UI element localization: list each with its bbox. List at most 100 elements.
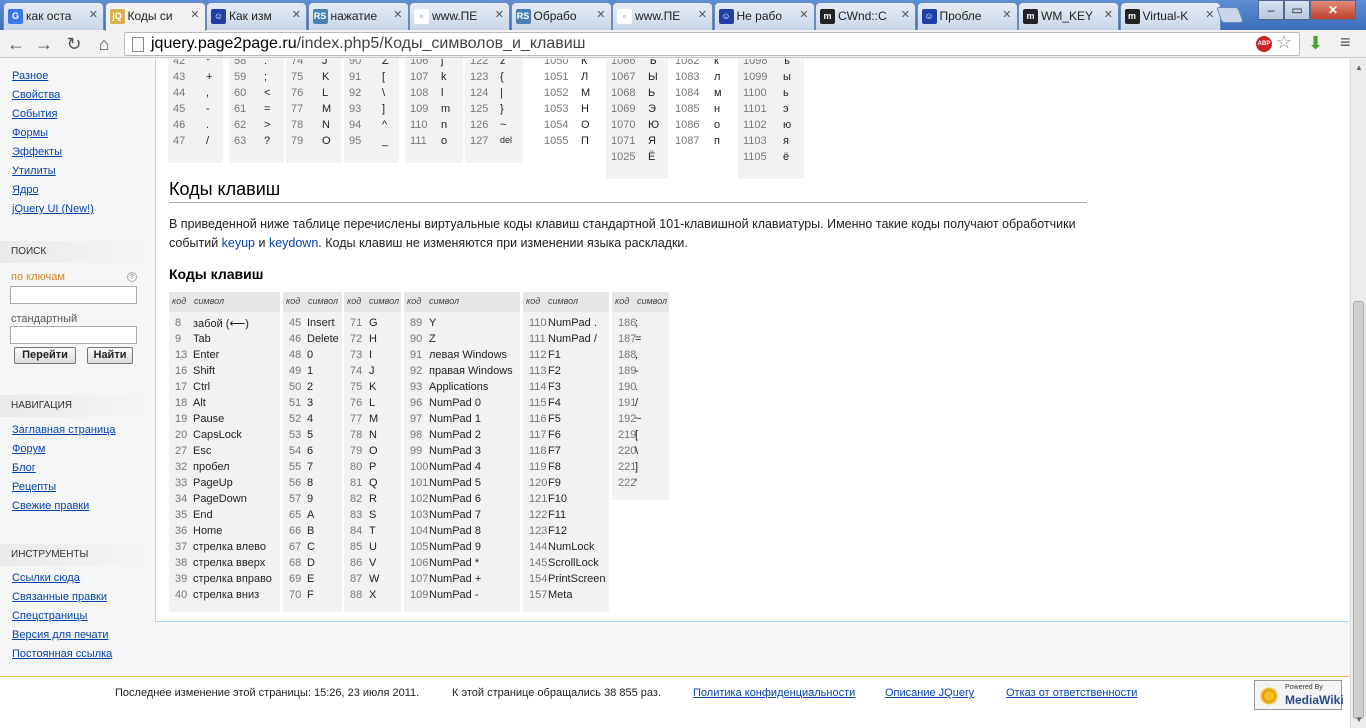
char-code: 1055 bbox=[544, 135, 569, 147]
char-symbol: О bbox=[581, 119, 590, 131]
forward-icon[interactable]: → bbox=[32, 33, 56, 55]
home-icon[interactable]: ⌂ bbox=[92, 33, 116, 55]
char-symbol: / bbox=[206, 135, 210, 147]
char-symbol: < bbox=[264, 87, 271, 99]
char-code: 1105 bbox=[743, 151, 767, 163]
about-link[interactable]: Описание JQuery bbox=[885, 687, 974, 699]
tab-close-icon[interactable]: ✕ bbox=[89, 8, 98, 21]
key-code: 52 bbox=[289, 413, 302, 425]
keyword-search-input[interactable] bbox=[10, 286, 137, 304]
wrench-menu-icon[interactable]: ≡ bbox=[1340, 32, 1351, 53]
powered-by-mediawiki-badge[interactable]: Powered By MediaWiki bbox=[1254, 680, 1344, 710]
key-name: F4 bbox=[548, 397, 561, 409]
key-name: NumPad 1 bbox=[429, 413, 481, 425]
reload-icon[interactable]: ↻ bbox=[62, 33, 86, 55]
tab-close-icon[interactable]: ✕ bbox=[596, 8, 605, 21]
maximize-button[interactable]: ▭ bbox=[1284, 0, 1310, 20]
tab-close-icon[interactable]: ✕ bbox=[1104, 8, 1113, 21]
char-code: 91 bbox=[349, 71, 362, 83]
close-window-button[interactable]: ✕ bbox=[1310, 0, 1356, 20]
tab-close-icon[interactable]: ✕ bbox=[292, 8, 301, 21]
key-code: 55 bbox=[289, 461, 302, 473]
key-name: Ctrl bbox=[193, 381, 211, 393]
privacy-link[interactable]: Политика конфиденциальности bbox=[693, 687, 855, 699]
sidebar-link[interactable]: Эффекты bbox=[12, 146, 62, 158]
browser-tab[interactable]: m Virtual-K ✕ bbox=[1119, 2, 1221, 30]
download-extension-icon[interactable]: ⬇ bbox=[1308, 33, 1323, 54]
browser-tab[interactable]: RS нажатие ✕ bbox=[307, 2, 409, 30]
scroll-down-arrow-icon[interactable]: ▼ bbox=[1355, 715, 1363, 724]
browser-tab[interactable]: ☺ Не рабо ✕ bbox=[713, 2, 815, 30]
key-name: F10 bbox=[548, 493, 567, 505]
key-name: H bbox=[369, 333, 377, 345]
address-bar[interactable]: jquery.page2page.ru/index.php5/Коды_симв… bbox=[124, 32, 1300, 56]
nav-link[interactable]: Блог bbox=[12, 462, 36, 474]
char-symbol: k bbox=[441, 71, 447, 83]
tab-favicon-icon: m bbox=[1023, 9, 1038, 24]
nav-link[interactable]: Заглавная страница bbox=[12, 424, 116, 436]
browser-tab[interactable]: ☺ Пробле ✕ bbox=[916, 2, 1018, 30]
adblock-icon[interactable]: ABP bbox=[1256, 36, 1272, 52]
key-name: стрелка вправо bbox=[193, 573, 272, 585]
sidebar-link[interactable]: jQuery UI (New!) bbox=[12, 203, 94, 215]
tab-close-icon[interactable]: ✕ bbox=[1205, 8, 1214, 21]
keyup-link[interactable]: keyup bbox=[222, 236, 255, 250]
char-code: 77 bbox=[291, 103, 304, 115]
new-tab-button[interactable] bbox=[1216, 7, 1244, 23]
sidebar-link[interactable]: Ядро bbox=[12, 184, 39, 196]
key-name: Esc bbox=[193, 445, 212, 457]
tab-favicon-icon: RS bbox=[515, 9, 531, 24]
sidebar-link[interactable]: Формы bbox=[12, 127, 48, 139]
sidebar-link[interactable]: События bbox=[12, 108, 57, 120]
scrollbar-thumb[interactable] bbox=[1353, 301, 1364, 719]
disclaimer-link[interactable]: Отказ от ответственности bbox=[1006, 687, 1137, 699]
tools-link[interactable]: Связанные правки bbox=[12, 591, 107, 603]
tools-link[interactable]: Спецстраницы bbox=[12, 610, 87, 622]
minimize-button[interactable]: – bbox=[1258, 0, 1284, 20]
scroll-up-arrow-icon[interactable]: ▲ bbox=[1355, 63, 1363, 72]
tab-close-icon[interactable]: ✕ bbox=[901, 8, 910, 21]
browser-tab[interactable]: ▫ www.ПЕ ✕ bbox=[409, 2, 510, 30]
tools-link[interactable]: Ссылки сюда bbox=[12, 572, 80, 584]
browser-tab[interactable]: RS Обрабо ✕ bbox=[510, 2, 612, 30]
browser-tab[interactable]: Gкак оста ✕ bbox=[3, 2, 104, 30]
go-button[interactable]: Перейти bbox=[14, 347, 76, 364]
standard-search-input[interactable] bbox=[10, 326, 137, 344]
browser-tab[interactable]: m WM_KEY ✕ bbox=[1018, 2, 1119, 30]
key-name: R bbox=[369, 493, 377, 505]
char-symbol: | bbox=[500, 87, 503, 99]
sidebar-link[interactable]: Свойства bbox=[12, 89, 60, 101]
char-symbol: э bbox=[783, 103, 789, 115]
tab-close-icon[interactable]: ✕ bbox=[1002, 8, 1011, 21]
navigation-heading: НАВИГАЦИЯ bbox=[0, 395, 155, 417]
keydown-link[interactable]: keydown bbox=[269, 236, 318, 250]
sidebar-link[interactable]: Разное bbox=[12, 70, 48, 82]
tab-close-icon[interactable]: ✕ bbox=[393, 8, 402, 21]
key-code: 78 bbox=[350, 429, 363, 441]
tools-heading: ИНСТРУМЕНТЫ bbox=[0, 544, 155, 566]
key-code: 111 bbox=[529, 333, 546, 345]
sidebar-link[interactable]: Утилиты bbox=[12, 165, 56, 177]
nav-link[interactable]: Свежие правки bbox=[12, 500, 89, 512]
find-button[interactable]: Найти bbox=[87, 347, 133, 364]
char-symbol: н bbox=[714, 103, 721, 115]
bookmark-star-icon[interactable]: ☆ bbox=[1276, 32, 1292, 53]
vertical-scrollbar[interactable]: ▲ ▼ bbox=[1350, 59, 1366, 728]
tab-close-icon[interactable]: ✕ bbox=[495, 8, 504, 21]
key-code: 110 bbox=[529, 317, 547, 329]
tab-close-icon[interactable]: ✕ bbox=[190, 8, 199, 21]
browser-tab[interactable]: ▫ www.ПЕ ✕ bbox=[612, 2, 713, 30]
tab-close-icon[interactable]: ✕ bbox=[799, 8, 808, 21]
nav-link[interactable]: Форум bbox=[12, 443, 45, 455]
nav-link[interactable]: Рецепты bbox=[12, 481, 56, 493]
back-icon[interactable]: ← bbox=[4, 33, 28, 55]
help-icon[interactable]: ? bbox=[127, 272, 137, 282]
browser-tab[interactable]: ☺ Как изм ✕ bbox=[206, 2, 307, 30]
key-code: 16 bbox=[175, 365, 188, 377]
tab-title: Как изм bbox=[229, 9, 272, 23]
browser-tab[interactable]: jQ Коды си ✕ bbox=[104, 2, 206, 31]
tools-link[interactable]: Постоянная ссылка bbox=[12, 648, 112, 660]
tab-close-icon[interactable]: ✕ bbox=[698, 8, 707, 21]
tools-link[interactable]: Версия для печати bbox=[12, 629, 109, 641]
browser-tab[interactable]: m CWnd::C ✕ bbox=[815, 2, 916, 30]
